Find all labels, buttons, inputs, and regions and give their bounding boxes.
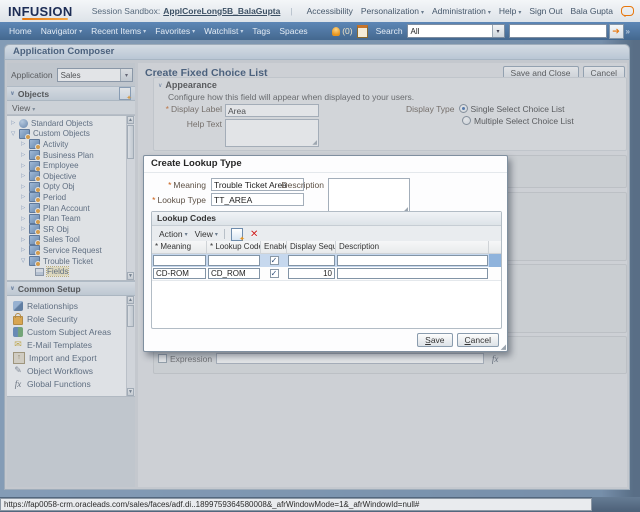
session-sandbox-label: Session Sandbox: — [92, 6, 161, 16]
sign-out-link[interactable]: Sign Out — [529, 6, 562, 16]
dialog-save-button[interactable]: Save — [417, 333, 452, 347]
toolbar-separator — [224, 229, 225, 239]
help-menu[interactable]: Help▾ — [499, 6, 522, 16]
table-row-new[interactable]: ✓ — [152, 254, 501, 267]
top-bar-links: Session Sandbox: ApplCoreLong5B_BalaGupt… — [92, 6, 634, 16]
nav-home[interactable]: Home — [9, 26, 32, 36]
dialog-cancel-button[interactable]: Cancel — [457, 333, 499, 347]
description-label: Description — [274, 180, 324, 190]
table-header-row: * Meaning * Lookup Code Enabled Display … — [152, 241, 501, 254]
notification-count: (0) — [342, 26, 352, 36]
user-name: Bala Gupta — [570, 6, 613, 16]
chevron-down-icon: ▾ — [79, 28, 82, 35]
enabled-checkbox[interactable]: ✓ — [270, 256, 279, 265]
divider: | — [290, 6, 292, 16]
create-lookup-type-dialog: Create Lookup Type *Meaning *Lookup Type… — [143, 155, 508, 352]
search-label: Search — [376, 26, 403, 36]
chevron-down-icon: ▾ — [215, 231, 218, 238]
dialog-title: Create Lookup Type — [144, 156, 507, 173]
column-header-lookup-code[interactable]: * Lookup Code — [207, 241, 261, 253]
meaning-cell-input[interactable] — [153, 268, 206, 279]
nav-navigator[interactable]: Navigator▾ — [41, 26, 82, 36]
search-input[interactable] — [509, 24, 607, 38]
row-selection-filler — [489, 254, 501, 267]
chat-bubble-icon[interactable] — [621, 6, 634, 16]
nav-tags[interactable]: Tags — [252, 26, 270, 36]
logo-text: INFUSION — [8, 4, 73, 19]
chevron-down-icon: ▾ — [143, 28, 146, 35]
status-url: https://fap0058-crm.oracleads.com/sales/… — [0, 498, 592, 511]
infusion-logo: INFUSION — [8, 4, 73, 19]
new-description-input[interactable] — [337, 255, 488, 266]
new-meaning-input[interactable] — [153, 255, 206, 266]
column-header-filler — [489, 241, 501, 253]
administration-menu[interactable]: Administration▾ — [432, 6, 491, 16]
new-display-sequence-input[interactable] — [288, 255, 335, 266]
description-textarea[interactable]: ◢ — [328, 178, 410, 214]
table-row-cdrom[interactable]: ✓ — [152, 267, 501, 281]
chevron-down-icon: ▾ — [488, 10, 491, 16]
lookup-codes-table: * Meaning * Lookup Code Enabled Display … — [152, 241, 501, 281]
description-cell-input[interactable] — [337, 268, 488, 279]
personalization-menu[interactable]: Personalization▾ — [361, 6, 424, 16]
new-lookup-code-input[interactable] — [208, 255, 260, 266]
lookup-codes-group: Lookup Codes Action▾ View▾ ✕ * Meaning *… — [151, 211, 502, 329]
nav-spaces[interactable]: Spaces — [279, 26, 307, 36]
lookup-codes-title: Lookup Codes — [152, 212, 501, 226]
column-header-display-sequence[interactable]: Display Sequence — [287, 241, 336, 253]
lookup-type-label: *Lookup Type — [144, 195, 206, 205]
chevron-down-icon: ▾ — [518, 10, 521, 16]
calendar-icon[interactable] — [357, 25, 368, 38]
nav-bar: Home Navigator▾ Recent Items▾ Favorites▾… — [0, 22, 640, 41]
advanced-search-icon[interactable]: » — [626, 27, 630, 36]
lookup-code-cell-input[interactable] — [208, 268, 260, 279]
meaning-label: *Meaning — [144, 180, 206, 190]
nav-favorites[interactable]: Favorites▾ — [155, 26, 195, 36]
column-header-enabled[interactable]: Enabled — [261, 241, 287, 253]
notifications-bell-icon[interactable] — [332, 27, 340, 36]
search-scope-select[interactable]: All ▾ — [407, 24, 505, 38]
nav-recent-items[interactable]: Recent Items▾ — [91, 26, 146, 36]
search-go-button[interactable]: ➔ — [609, 24, 624, 39]
display-sequence-cell-input[interactable] — [288, 268, 335, 279]
chevron-down-icon: ▾ — [421, 10, 424, 16]
session-sandbox-link[interactable]: ApplCoreLong5B_BalaGupta — [163, 6, 280, 16]
lookup-type-input[interactable] — [211, 193, 304, 206]
screen: INFUSION Session Sandbox: ApplCoreLong5B… — [0, 0, 640, 512]
dialog-resize-grip-icon[interactable]: ◢ — [501, 343, 506, 351]
nav-watchlist[interactable]: Watchlist▾ — [204, 26, 243, 36]
chevron-down-icon: ▾ — [185, 231, 188, 238]
column-header-description[interactable]: Description — [336, 241, 489, 253]
status-bar-right — [592, 497, 640, 512]
nav-search-area: (0) Search All ▾ ➔ » — [332, 24, 630, 39]
add-row-icon[interactable] — [231, 228, 243, 241]
browser-status-bar: https://fap0058-crm.oracleads.com/sales/… — [0, 497, 640, 512]
column-header-meaning[interactable]: * Meaning — [152, 241, 207, 253]
chevron-down-icon: ▾ — [240, 28, 243, 35]
logo-accent — [22, 18, 68, 20]
view-menu[interactable]: View▾ — [195, 229, 218, 239]
chevron-down-icon: ▾ — [192, 28, 195, 35]
accessibility-link[interactable]: Accessibility — [307, 6, 353, 16]
chevron-down-icon: ▾ — [492, 25, 504, 37]
action-menu[interactable]: Action▾ — [159, 229, 188, 239]
top-bar: INFUSION Session Sandbox: ApplCoreLong5B… — [0, 0, 640, 23]
enabled-checkbox[interactable]: ✓ — [270, 269, 279, 278]
delete-row-icon[interactable]: ✕ — [250, 229, 258, 240]
